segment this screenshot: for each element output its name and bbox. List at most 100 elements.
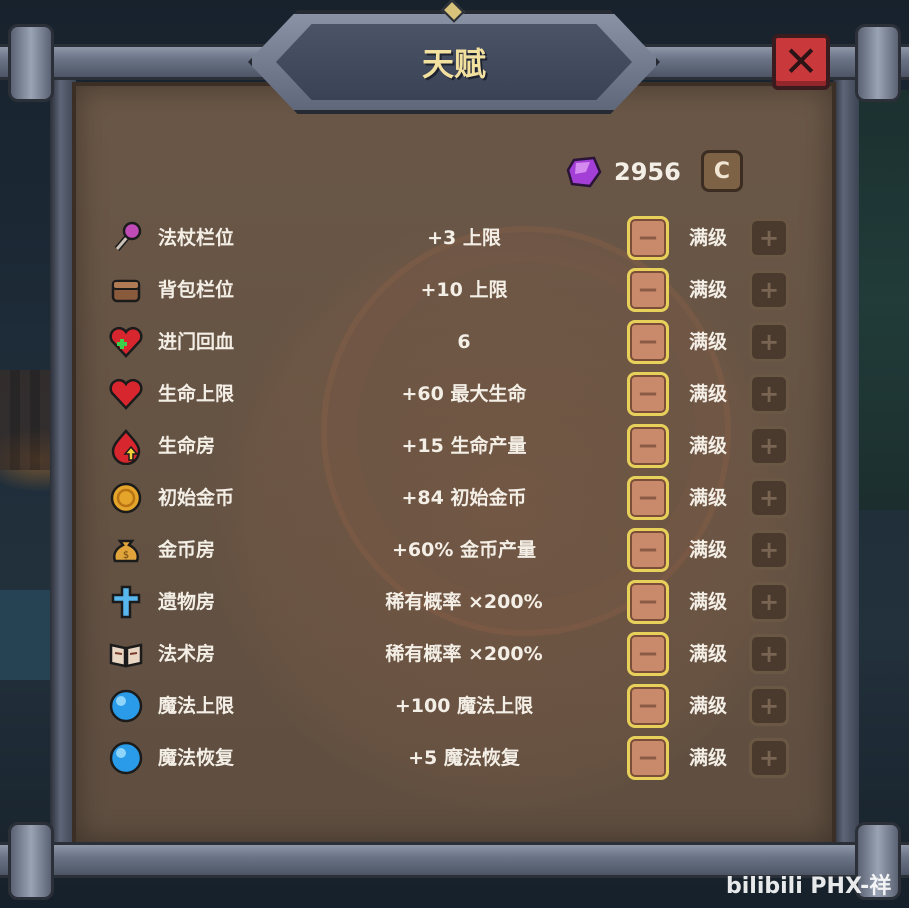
decrease-button[interactable]: − <box>627 216 669 260</box>
increase-button[interactable]: + <box>749 322 789 362</box>
talent-level: 满级 <box>688 331 727 353</box>
decrease-button[interactable]: − <box>627 736 669 780</box>
money-bag-icon: $ <box>106 530 146 570</box>
minus-icon: − <box>637 535 659 565</box>
talent-level: 满级 <box>688 747 727 769</box>
talent-row: 生命房 +15 生命产量 − 满级 + <box>106 420 796 472</box>
increase-button[interactable]: + <box>749 634 789 674</box>
minus-icon: − <box>637 691 659 721</box>
talent-level: 满级 <box>688 487 727 509</box>
decrease-button[interactable]: − <box>627 580 669 624</box>
minus-icon: − <box>637 483 659 513</box>
frame-side-right <box>833 60 859 860</box>
talent-level: 满级 <box>688 227 727 249</box>
talent-row: 生命上限 +60 最大生命 − 满级 + <box>106 368 796 420</box>
talent-name: 魔法上限 <box>158 695 235 717</box>
increase-button[interactable]: + <box>749 582 789 622</box>
plus-icon: + <box>758 588 780 616</box>
talent-level: 满级 <box>688 695 727 717</box>
talent-level: 满级 <box>688 279 727 301</box>
talent-name: 初始金币 <box>158 487 235 509</box>
talent-effect: +60% 金币产量 <box>391 539 536 561</box>
minus-icon: − <box>637 639 659 669</box>
gold-coin-icon <box>106 478 146 518</box>
decrease-button[interactable]: − <box>627 632 669 676</box>
increase-button[interactable]: + <box>749 478 789 518</box>
talent-level: 满级 <box>688 591 727 613</box>
plus-icon: + <box>758 484 780 512</box>
talent-name: 生命房 <box>158 435 216 457</box>
decrease-button[interactable]: − <box>627 372 669 416</box>
svg-text:$: $ <box>123 550 129 561</box>
background-water <box>0 590 55 680</box>
talent-name: 遗物房 <box>158 591 216 613</box>
minus-icon: − <box>637 743 659 773</box>
talent-level: 满级 <box>688 643 727 665</box>
increase-button[interactable]: + <box>749 426 789 466</box>
decrease-button[interactable]: − <box>627 268 669 312</box>
talent-effect: +84 初始金币 <box>401 487 527 509</box>
talent-name: 金币房 <box>158 539 216 561</box>
plus-icon: + <box>758 432 780 460</box>
talent-row: 魔法上限 +100 魔法上限 − 满级 + <box>106 680 796 732</box>
talent-row: 魔法恢复 +5 魔法恢复 − 满级 + <box>106 732 796 784</box>
talent-effect: +60 最大生命 <box>401 383 527 405</box>
talent-effect: +3 上限 <box>427 227 501 249</box>
talent-row: 背包栏位 +10 上限 − 满级 + <box>106 264 796 316</box>
talent-row: $ 金币房 +60% 金币产量 − 满级 + <box>106 524 796 576</box>
plus-icon: + <box>758 224 780 252</box>
heart-icon <box>106 374 146 414</box>
minus-icon: − <box>637 327 659 357</box>
talent-name: 法杖栏位 <box>158 227 235 249</box>
talent-effect: 6 <box>457 331 471 353</box>
minus-icon: − <box>637 223 659 253</box>
frame-post <box>8 822 54 900</box>
plus-icon: + <box>758 380 780 408</box>
decrease-button[interactable]: − <box>627 684 669 728</box>
minus-icon: − <box>637 275 659 305</box>
page-title: 天赋 <box>421 45 486 83</box>
plus-icon: + <box>758 276 780 304</box>
increase-button[interactable]: + <box>749 530 789 570</box>
talent-name: 生命上限 <box>158 383 235 405</box>
plus-icon: + <box>758 744 780 772</box>
heart-up-icon <box>106 426 146 466</box>
frame-post <box>855 24 901 102</box>
talent-level: 满级 <box>688 539 727 561</box>
decrease-button[interactable]: − <box>627 320 669 364</box>
increase-button[interactable]: + <box>749 686 789 726</box>
plus-icon: + <box>758 692 780 720</box>
decrease-button[interactable]: − <box>627 424 669 468</box>
plus-icon: + <box>758 328 780 356</box>
increase-button[interactable]: + <box>749 218 789 258</box>
close-button[interactable]: ✕ <box>772 34 830 90</box>
talent-row: 法术房 稀有概率 ×200% − 满级 + <box>106 628 796 680</box>
talent-row: 法杖栏位 +3 上限 − 满级 + <box>106 212 796 264</box>
purple-gem-icon <box>566 156 602 188</box>
mana-orb-icon <box>106 738 146 778</box>
talent-name: 魔法恢复 <box>158 747 235 769</box>
backpack-icon <box>106 270 146 310</box>
increase-button[interactable]: + <box>749 738 789 778</box>
close-icon: ✕ <box>783 37 819 86</box>
talent-level: 满级 <box>688 435 727 457</box>
increase-button[interactable]: + <box>749 270 789 310</box>
reset-talents-button[interactable]: C <box>701 150 743 192</box>
plus-icon: + <box>758 640 780 668</box>
wand-icon <box>106 218 146 258</box>
spellbook-icon <box>106 634 146 674</box>
plus-icon: + <box>758 536 780 564</box>
talent-effect: +15 生命产量 <box>401 435 527 457</box>
talent-row: 遗物房 稀有概率 ×200% − 满级 + <box>106 576 796 628</box>
talent-level: 满级 <box>688 383 727 405</box>
minus-icon: − <box>637 431 659 461</box>
talent-effect: +10 上限 <box>420 279 508 301</box>
talent-effect: +100 魔法上限 <box>394 695 534 717</box>
minus-icon: − <box>637 379 659 409</box>
minus-icon: − <box>637 587 659 617</box>
talent-effect: 稀有概率 ×200% <box>385 591 543 613</box>
decrease-button[interactable]: − <box>627 528 669 572</box>
talent-name: 进门回血 <box>158 331 235 353</box>
increase-button[interactable]: + <box>749 374 789 414</box>
decrease-button[interactable]: − <box>627 476 669 520</box>
